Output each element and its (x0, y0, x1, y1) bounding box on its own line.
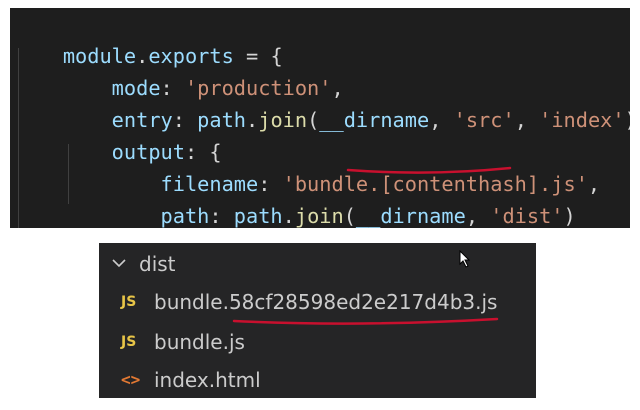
mouse-cursor-icon (459, 250, 471, 268)
contenthash-underline (346, 166, 512, 174)
code-editor[interactable]: module.exports = { mode: 'production', e… (10, 8, 630, 228)
